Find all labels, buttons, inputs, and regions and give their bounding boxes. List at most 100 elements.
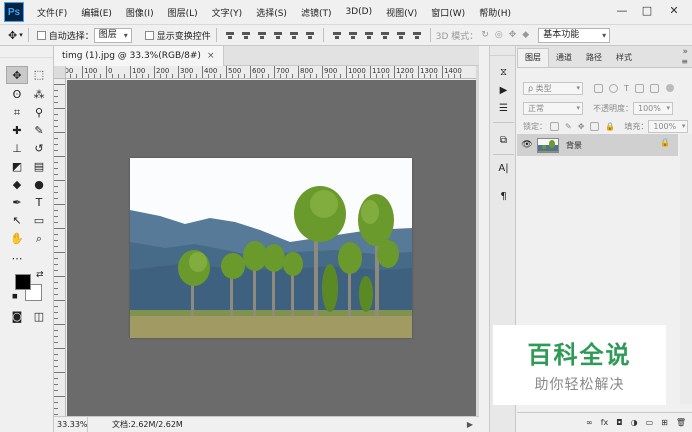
lock-artboard-icon[interactable] [590, 121, 600, 131]
crop-tool-icon[interactable]: ⌗ [6, 104, 28, 122]
align-bottom-icon[interactable] [257, 30, 267, 40]
document-canvas[interactable] [67, 80, 476, 416]
align-top-icon[interactable] [225, 30, 235, 40]
clone-source-panel-icon[interactable]: ⧉ [495, 132, 512, 149]
layer-row-background[interactable]: 👁 背景 🔒 [517, 134, 678, 156]
zoom-tool-icon[interactable]: ⌕ [28, 230, 50, 248]
close-window-button[interactable]: ✕ [664, 2, 684, 20]
healing-tool-icon[interactable]: ✚ [6, 122, 28, 140]
brush-tool-icon[interactable]: ✎ [28, 122, 50, 140]
close-document-icon[interactable]: × [207, 51, 215, 61]
filter-toggle-icon[interactable] [665, 84, 674, 92]
filter-adjustment-icon[interactable] [609, 83, 618, 93]
new-layer-icon[interactable]: ⊞ [661, 418, 668, 427]
swap-colors-icon[interactable]: ⇄ [36, 270, 44, 280]
panel-grip[interactable] [0, 46, 53, 58]
zoom-level[interactable]: 33.33% [54, 416, 88, 432]
workspace-dropdown[interactable]: 基本功能 [538, 27, 611, 43]
move-tool-icon[interactable]: ✥ [6, 66, 28, 84]
tab-layers[interactable]: 图层 [517, 48, 549, 67]
menu-view[interactable]: 视图(V) [379, 6, 424, 19]
vertical-ruler[interactable] [54, 66, 66, 416]
distribute-hcenter-icon[interactable] [396, 30, 406, 40]
gradient-tool-icon[interactable]: ▤ [28, 158, 50, 176]
filter-pixel-icon[interactable] [594, 83, 603, 93]
visibility-eye-icon[interactable]: 👁 [517, 140, 537, 150]
document-image[interactable] [130, 158, 412, 338]
menu-layer[interactable]: 图层(L) [161, 6, 205, 19]
tab-channels[interactable]: 通道 [549, 49, 579, 67]
layer-name[interactable]: 背景 [566, 140, 582, 151]
align-right-icon[interactable] [305, 30, 315, 40]
move-icon[interactable]: ✥ [8, 29, 17, 42]
screen-mode-icon[interactable]: ◫ [28, 308, 50, 326]
menu-edit[interactable]: 编辑(E) [74, 6, 119, 19]
link-layers-icon[interactable]: ∞ [586, 418, 593, 427]
align-vcenter-icon[interactable] [241, 30, 251, 40]
horizontal-ruler[interactable]: 2001000100200300400500600700800900100011… [66, 66, 476, 79]
maximize-button[interactable]: □ [637, 2, 657, 20]
align-hcenter-icon[interactable] [289, 30, 299, 40]
dodge-tool-icon[interactable]: ● [28, 176, 50, 194]
quick-mask-icon[interactable]: ◙ [6, 308, 28, 326]
tab-paths[interactable]: 路径 [579, 49, 609, 67]
3d-orbit-icon[interactable]: ↻ [481, 30, 489, 40]
show-transform-checkbox[interactable] [144, 30, 154, 40]
tool-preset-chevron-icon[interactable]: ▾ [19, 31, 23, 39]
marquee-tool-icon[interactable]: ⬚ [28, 66, 50, 84]
distribute-top-icon[interactable] [332, 30, 342, 40]
menu-filter[interactable]: 滤镜(T) [294, 6, 339, 19]
document-tab[interactable]: timg (1).jpg @ 33.3%(RGB/8#) × [54, 46, 224, 66]
opacity-field[interactable]: 100% [633, 101, 673, 115]
path-select-tool-icon[interactable]: ↖ [6, 212, 28, 230]
auto-select-checkbox[interactable] [36, 30, 46, 40]
menu-window[interactable]: 窗口(W) [424, 6, 472, 19]
paragraph-panel-icon[interactable]: ¶ [495, 188, 512, 205]
type-tool-icon[interactable]: T [28, 194, 50, 212]
3d-roll-icon[interactable]: ◎ [495, 30, 503, 40]
magic-wand-tool-icon[interactable]: ⁂ [28, 86, 50, 104]
tab-styles[interactable]: 样式 [609, 49, 639, 67]
layer-style-icon[interactable]: fx [601, 418, 609, 427]
shape-tool-icon[interactable]: ▭ [28, 212, 50, 230]
3d-slide-icon[interactable]: ◆ [522, 30, 529, 40]
collapse-panel-icon[interactable]: » [682, 47, 688, 57]
properties-panel-icon[interactable]: ☰ [495, 100, 512, 117]
distribute-bottom-icon[interactable] [364, 30, 374, 40]
add-mask-icon[interactable]: ◘ [616, 418, 622, 427]
lasso-tool-icon[interactable]: ʘ [6, 86, 28, 104]
blend-mode-dropdown[interactable]: 正常 [523, 101, 583, 115]
filter-type-dropdown[interactable]: ρ 类型 [523, 81, 583, 95]
eyedropper-tool-icon[interactable]: ⚲ [28, 104, 50, 122]
lock-all-icon[interactable]: 🔒 [605, 122, 615, 131]
lock-transparent-icon[interactable] [550, 121, 559, 131]
menu-image[interactable]: 图像(I) [119, 6, 161, 19]
more-tools-icon[interactable]: ⋯ [6, 250, 28, 268]
history-panel-icon[interactable]: ⧖ [495, 64, 512, 81]
distribute-vcenter-icon[interactable] [348, 30, 358, 40]
history-brush-tool-icon[interactable]: ↺ [28, 140, 50, 158]
delete-layer-icon[interactable]: 🗑 [676, 418, 686, 427]
menu-help[interactable]: 帮助(H) [472, 6, 518, 19]
foreground-color-swatch[interactable] [15, 274, 31, 290]
default-colors-icon[interactable]: ◼ [12, 292, 18, 300]
filter-type-icon[interactable]: T [624, 84, 629, 93]
menu-3d[interactable]: 3D(D) [338, 7, 379, 17]
pen-tool-icon[interactable]: ✒ [6, 194, 28, 212]
status-menu-icon[interactable]: ▶ [467, 420, 473, 429]
distribute-right-icon[interactable] [412, 30, 422, 40]
layers-scrollbar[interactable] [680, 134, 692, 404]
character-panel-icon[interactable]: A| [495, 160, 512, 177]
panel-menu-icon[interactable]: ≡ [681, 57, 688, 66]
menu-file[interactable]: 文件(F) [30, 6, 74, 19]
auto-select-dropdown[interactable]: 图层 [93, 27, 132, 43]
minimize-button[interactable]: — [612, 2, 632, 20]
menu-type[interactable]: 文字(Y) [205, 6, 250, 19]
lock-position-icon[interactable]: ✥ [578, 122, 585, 131]
actions-panel-icon[interactable]: ▶ [495, 82, 512, 99]
filter-shape-icon[interactable] [634, 83, 644, 93]
blur-tool-icon[interactable]: ◆ [6, 176, 28, 194]
dock-grip[interactable] [490, 46, 515, 56]
new-adjustment-icon[interactable]: ◑ [631, 418, 638, 427]
filter-smart-object-icon[interactable] [649, 83, 659, 93]
